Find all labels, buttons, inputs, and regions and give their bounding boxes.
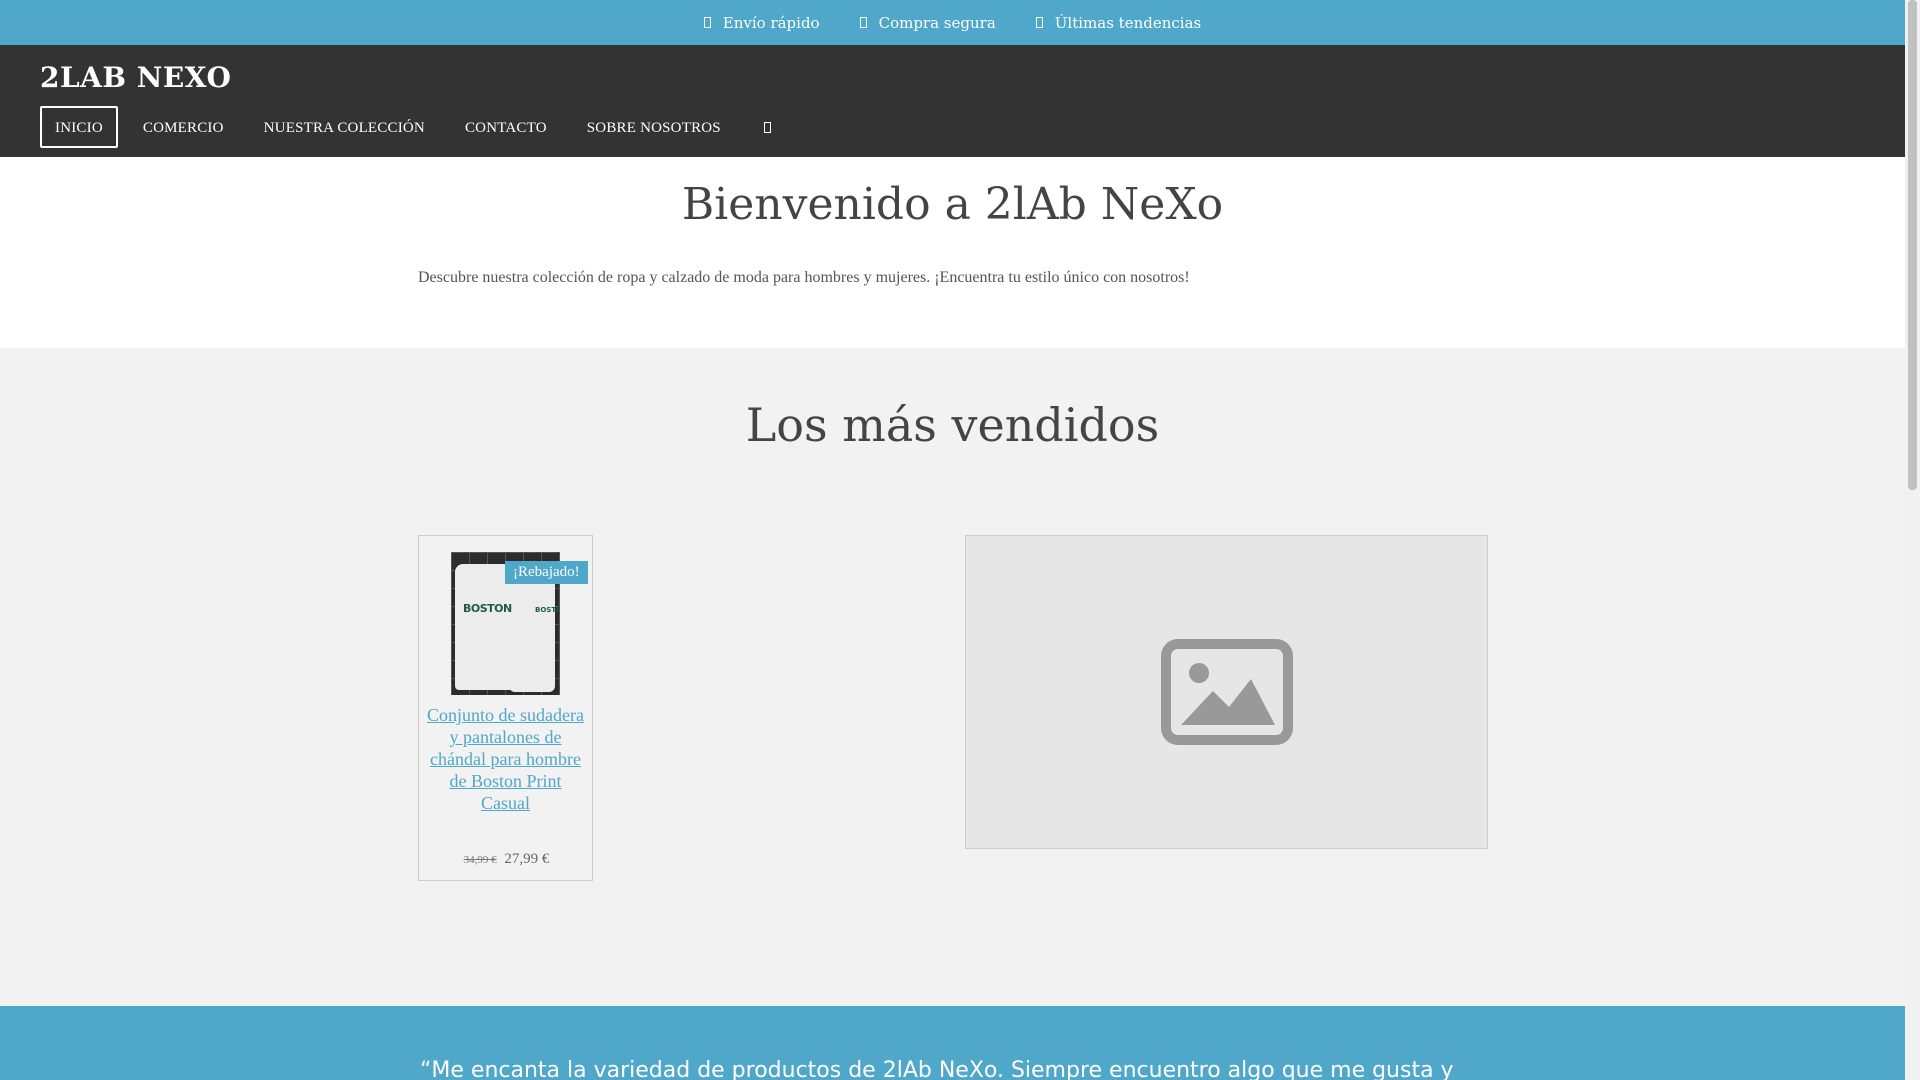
product-old-price: 34,99 € [463, 854, 497, 866]
topbar-item-label: Envío rápido [722, 13, 820, 32]
main-nav: INICIO COMERCIO NUESTRA COLECCIÓN CONTAC… [40, 106, 778, 148]
testimonial-quote: “Me encanta la variedad de productos de … [420, 1058, 1454, 1080]
topbar-item-label: Compra segura [878, 13, 996, 32]
product-image-print: BOSTON [463, 602, 512, 615]
topbar-item-trends: Últimas tendencias [1035, 13, 1202, 32]
topbar-item-label: Últimas tendencias [1054, 13, 1202, 32]
nav-item-sobre-nosotros[interactable]: SOBRE NOSOTROS [572, 106, 736, 148]
star-icon [1035, 17, 1043, 28]
page-scrollbar[interactable] [1905, 0, 1920, 1080]
nav-item-coleccion[interactable]: NUESTRA COLECCIÓN [249, 106, 440, 148]
topbar-item-secure: Compra segura [859, 13, 996, 32]
product-card[interactable]: BOSTON BOSTON ¡Rebajado! Conjunto de sud… [418, 535, 593, 881]
search-icon[interactable] [758, 117, 778, 137]
welcome-title: Bienvenido a 2lAb NeXo [681, 179, 1224, 230]
lock-icon [859, 17, 867, 28]
testimonial-section: “Me encanta la variedad de productos de … [0, 1006, 1905, 1080]
product-price: 34,99 € 27,99 € [419, 851, 594, 868]
page: Envío rápido Compra segura Últimas tende… [0, 0, 1905, 1080]
bestsellers-title: Los más vendidos [745, 398, 1160, 452]
site-logo[interactable]: 2LAB NEXO [40, 61, 231, 94]
topbar-item-shipping: Envío rápido [703, 13, 820, 32]
welcome-text: Descubre nuestra colección de ropa y cal… [418, 269, 1190, 286]
product-title-link[interactable]: Conjunto de sudadera y pantalones de chá… [427, 704, 584, 814]
bestsellers-section: Los más vendidos BOSTON BOSTON ¡Rebajado… [0, 348, 1905, 1006]
nav-item-inicio[interactable]: INICIO [40, 106, 118, 148]
truck-icon [703, 17, 711, 28]
scrollbar-thumb[interactable] [1908, 0, 1917, 490]
site-header: 2LAB NEXO INICIO COMERCIO NUESTRA COLECC… [0, 45, 1905, 157]
image-placeholder-icon [1160, 639, 1293, 745]
nav-item-comercio[interactable]: COMERCIO [128, 106, 239, 148]
sale-badge: ¡Rebajado! [505, 561, 588, 584]
product-image-print-small: BOSTON [535, 606, 560, 614]
nav-item-contacto[interactable]: CONTACTO [450, 106, 562, 148]
top-info-bar: Envío rápido Compra segura Últimas tende… [0, 0, 1905, 45]
image-placeholder [965, 535, 1488, 849]
welcome-section: Bienvenido a 2lAb NeXo Descubre nuestra … [0, 157, 1905, 348]
product-current-price: 27,99 € [504, 851, 550, 867]
